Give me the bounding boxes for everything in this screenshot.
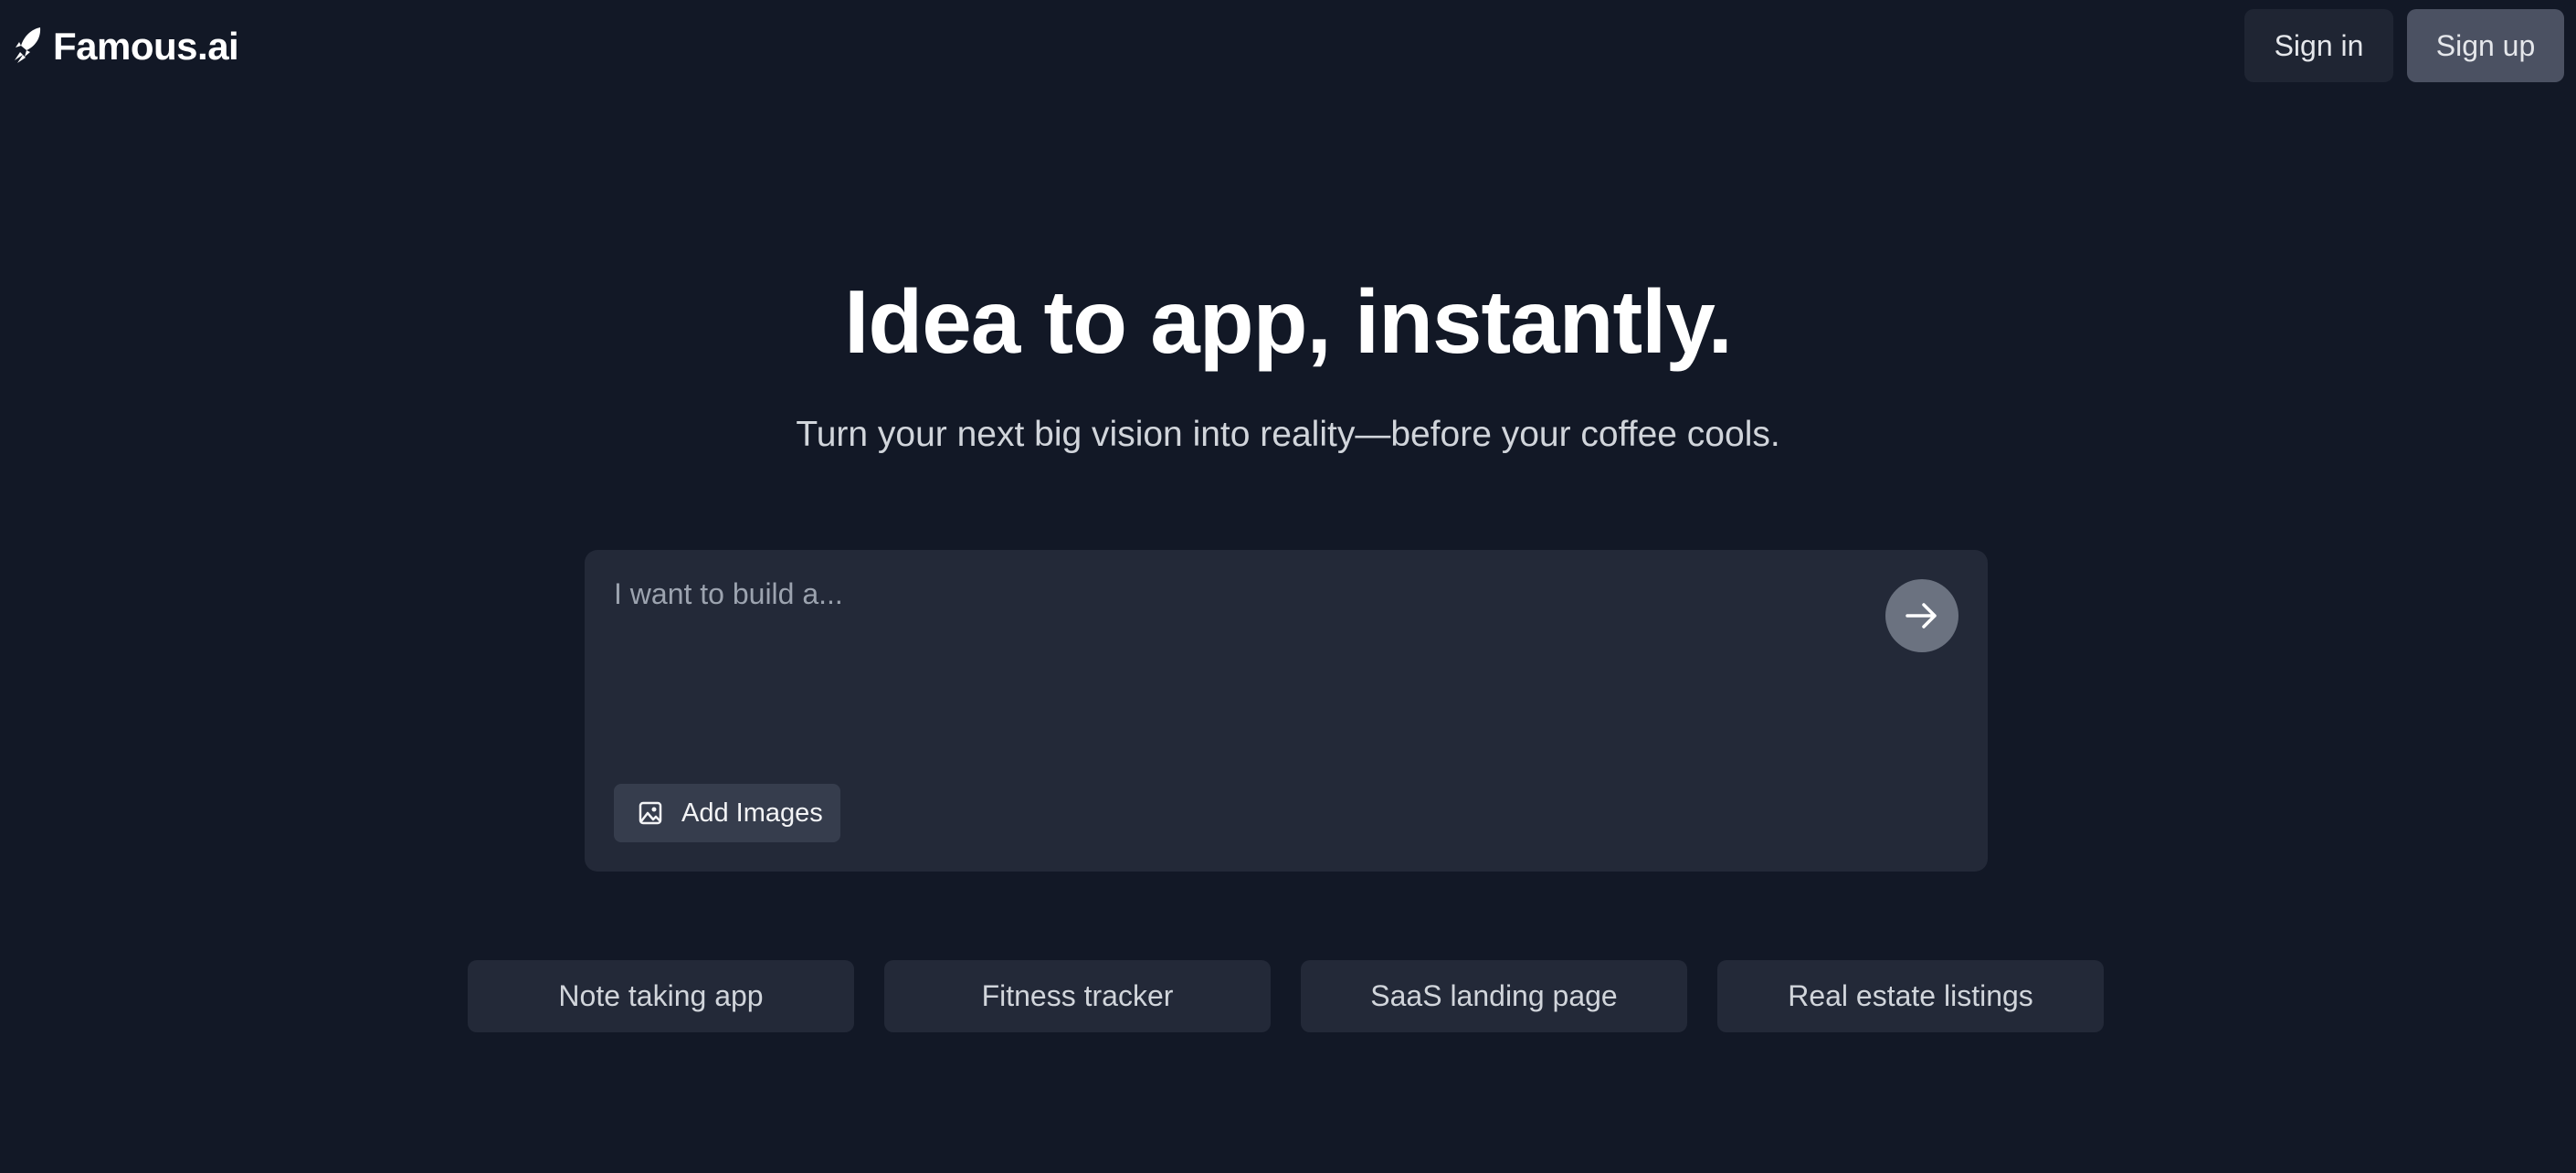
- suggestion-chip-real-estate[interactable]: Real estate listings: [1717, 960, 2104, 1032]
- rocket-icon: [13, 26, 44, 69]
- logo[interactable]: Famous.ai: [13, 20, 239, 73]
- suggestion-chip-saas[interactable]: SaaS landing page: [1301, 960, 1687, 1032]
- prompt-input[interactable]: [614, 577, 1874, 742]
- logo-text: Famous.ai: [53, 25, 239, 68]
- hero-subtitle: Turn your next big vision into reality—b…: [796, 415, 1780, 454]
- add-images-label: Add Images: [681, 798, 823, 828]
- prompt-box: Add Images: [585, 550, 1988, 872]
- add-images-button[interactable]: Add Images: [614, 784, 840, 842]
- suggestion-chip-note-taking[interactable]: Note taking app: [468, 960, 854, 1032]
- hero-title: Idea to app, instantly.: [844, 271, 1733, 372]
- suggestion-chips: Note taking app Fitness tracker SaaS lan…: [468, 960, 2104, 1032]
- sign-up-button[interactable]: Sign up: [2407, 9, 2564, 82]
- sign-in-button[interactable]: Sign in: [2244, 9, 2393, 82]
- suggestion-chip-fitness[interactable]: Fitness tracker: [884, 960, 1271, 1032]
- page: Famous.ai Sign in Sign up Idea to app, i…: [0, 0, 2576, 1173]
- image-icon: [638, 800, 663, 826]
- arrow-right-icon: [1902, 596, 1942, 636]
- send-button[interactable]: [1885, 579, 1958, 652]
